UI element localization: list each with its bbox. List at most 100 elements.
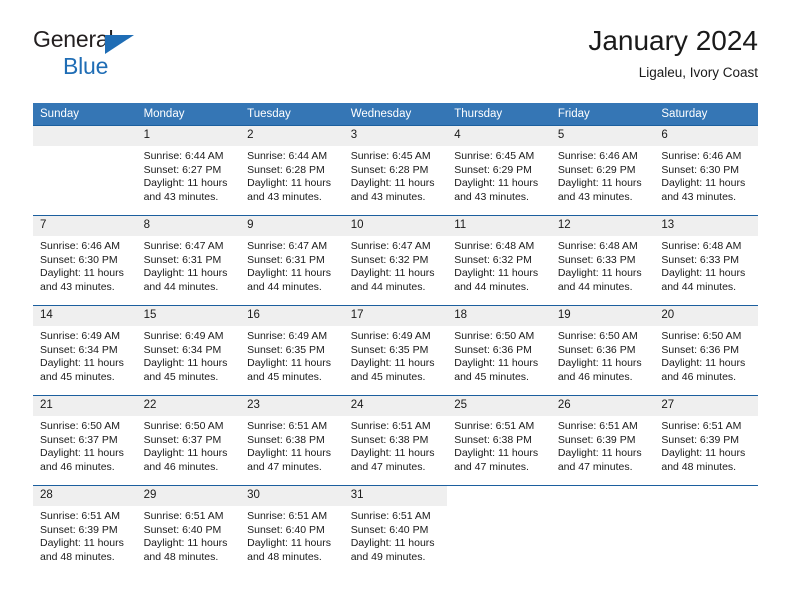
- day-sun-info: Sunrise: 6:49 AM Sunset: 6:35 PM Daylight:…: [344, 326, 448, 384]
- day-sun-info: Sunrise: 6:51 AM Sunset: 6:39 PM Daylight:…: [33, 506, 137, 564]
- day-number: 1: [136, 126, 241, 146]
- weekday-header-thursday: Thursday: [447, 103, 551, 126]
- calendar-day-cell[interactable]: 1 Sunrise: 6:44 AM Sunset: 6:27 PM Daylight…: [136, 125, 241, 216]
- calendar-day-cell[interactable]: 13 Sunrise: 6:48 AM Sunset: 6:33 PM Dayligh…: [654, 215, 758, 306]
- daylight-text-line1: Daylight: 11 hours: [557, 357, 642, 370]
- daylight-text-line1: Daylight: 11 hours: [557, 267, 642, 280]
- calendar-day-cell[interactable]: 21 Sunrise: 6:50 AM Sunset: 6:37 PM Dayligh…: [33, 395, 137, 486]
- sunset-text: Sunset: 6:28 PM: [247, 163, 325, 176]
- daylight-text-line2: and 43 minutes.: [247, 190, 322, 203]
- day-number: 19: [550, 306, 655, 326]
- sunset-text: Sunset: 6:36 PM: [661, 343, 740, 356]
- calendar-day-cell[interactable]: 14 Sunrise: 6:49 AM Sunset: 6:34 PM Dayligh…: [33, 305, 137, 396]
- day-sun-info: Sunrise: 6:48 AM Sunset: 6:33 PM Daylight:…: [551, 236, 655, 294]
- calendar-day-cell[interactable]: 9 Sunrise: 6:47 AM Sunset: 6:31 PM Daylight…: [240, 215, 344, 306]
- daylight-text-line2: and 46 minutes.: [557, 370, 633, 383]
- day-number: 21: [33, 396, 137, 416]
- sunset-text: Sunset: 6:36 PM: [454, 343, 532, 356]
- sunset-text: Sunset: 6:33 PM: [557, 253, 636, 266]
- daylight-text-line1: Daylight: 11 hours: [40, 267, 124, 280]
- calendar-day-cell[interactable]: 16 Sunrise: 6:49 AM Sunset: 6:35 PM Dayligh…: [240, 305, 344, 396]
- calendar-day-cell[interactable]: 8 Sunrise: 6:47 AM Sunset: 6:31 PM Daylight…: [136, 215, 241, 306]
- weekday-header-monday: Monday: [136, 103, 241, 126]
- sunset-text: Sunset: 6:32 PM: [350, 253, 429, 266]
- sunset-text: Sunset: 6:40 PM: [247, 523, 325, 536]
- daylight-text-line1: Daylight: 11 hours: [454, 177, 539, 190]
- daylight-text-line2: and 47 minutes.: [247, 460, 322, 473]
- calendar-day-cell[interactable]: 31 Sunrise: 6:51 AM Sunset: 6:40 PM Dayligh…: [343, 485, 448, 575]
- calendar-day-cell[interactable]: 11 Sunrise: 6:48 AM Sunset: 6:32 PM Dayligh…: [447, 215, 551, 306]
- calendar-day-cell[interactable]: 19 Sunrise: 6:50 AM Sunset: 6:36 PM Dayligh…: [550, 305, 655, 396]
- calendar-day-cell[interactable]: 29 Sunrise: 6:51 AM Sunset: 6:40 PM Dayligh…: [136, 485, 241, 575]
- daylight-text-line2: and 47 minutes.: [350, 460, 426, 473]
- sunrise-text: Sunrise: 6:46 AM: [661, 150, 742, 162]
- sunrise-text: Sunrise: 6:50 AM: [454, 330, 535, 342]
- calendar-day-cell[interactable]: 24 Sunrise: 6:51 AM Sunset: 6:38 PM Dayligh…: [343, 395, 448, 486]
- calendar-day-cell[interactable]: 4 Sunrise: 6:45 AM Sunset: 6:29 PM Daylight…: [447, 125, 551, 216]
- sunset-text: Sunset: 6:37 PM: [40, 433, 118, 446]
- logo-text-general: General: [33, 26, 114, 52]
- calendar-day-cell[interactable]: 30 Sunrise: 6:51 AM Sunset: 6:40 PM Dayligh…: [240, 485, 344, 575]
- day-number: 10: [343, 216, 448, 236]
- daylight-text-line1: Daylight: 11 hours: [454, 267, 539, 280]
- sunrise-text: Sunrise: 6:44 AM: [247, 150, 328, 162]
- day-number: 23: [240, 396, 344, 416]
- sunrise-text: Sunrise: 6:46 AM: [557, 150, 638, 162]
- day-sun-info: Sunrise: 6:46 AM Sunset: 6:30 PM Daylight:…: [654, 146, 758, 204]
- sunset-text: Sunset: 6:38 PM: [454, 433, 532, 446]
- generalblue-logo: General Blue: [33, 26, 253, 82]
- calendar-day-cell[interactable]: 25 Sunrise: 6:51 AM Sunset: 6:38 PM Dayligh…: [447, 395, 551, 486]
- daylight-text-line2: and 46 minutes.: [143, 460, 219, 473]
- sunset-text: Sunset: 6:33 PM: [661, 253, 740, 266]
- calendar-day-cell[interactable]: 10 Sunrise: 6:47 AM Sunset: 6:32 PM Dayligh…: [343, 215, 448, 306]
- calendar-day-cell[interactable]: 2 Sunrise: 6:44 AM Sunset: 6:28 PM Daylight…: [240, 125, 344, 216]
- daylight-text-line2: and 48 minutes.: [40, 550, 115, 563]
- page-title: January 2024: [588, 25, 758, 56]
- daylight-text-line1: Daylight: 11 hours: [350, 177, 435, 190]
- daylight-text-line1: Daylight: 11 hours: [143, 177, 228, 190]
- sunset-text: Sunset: 6:32 PM: [454, 253, 532, 266]
- daylight-text-line2: and 48 minutes.: [143, 550, 219, 563]
- day-number: [33, 126, 137, 146]
- calendar-day-cell[interactable]: 27 Sunrise: 6:51 AM Sunset: 6:39 PM Dayligh…: [654, 395, 758, 486]
- sunrise-text: Sunrise: 6:46 AM: [40, 240, 120, 252]
- daylight-text-line2: and 44 minutes.: [247, 280, 322, 293]
- calendar-day-cell[interactable]: 15 Sunrise: 6:49 AM Sunset: 6:34 PM Dayligh…: [136, 305, 241, 396]
- calendar-day-cell[interactable]: 3 Sunrise: 6:45 AM Sunset: 6:28 PM Daylight…: [343, 125, 448, 216]
- day-sun-info: Sunrise: 6:46 AM Sunset: 6:30 PM Daylight:…: [33, 236, 137, 294]
- daylight-text-line1: Daylight: 11 hours: [40, 447, 124, 460]
- daylight-text-line1: Daylight: 11 hours: [661, 267, 746, 280]
- calendar-day-cell[interactable]: 5 Sunrise: 6:46 AM Sunset: 6:29 PM Daylight…: [550, 125, 655, 216]
- sunset-text: Sunset: 6:29 PM: [557, 163, 636, 176]
- daylight-text-line1: Daylight: 11 hours: [247, 447, 331, 460]
- calendar-day-cell[interactable]: 17 Sunrise: 6:49 AM Sunset: 6:35 PM Dayligh…: [343, 305, 448, 396]
- calendar-day-cell[interactable]: 20 Sunrise: 6:50 AM Sunset: 6:36 PM Dayligh…: [654, 305, 758, 396]
- day-number: 29: [136, 486, 241, 506]
- calendar-week-row: 7 Sunrise: 6:46 AM Sunset: 6:30 PM Daylight…: [33, 215, 758, 306]
- day-number: 16: [240, 306, 344, 326]
- sunset-text: Sunset: 6:31 PM: [143, 253, 222, 266]
- calendar-day-cell[interactable]: 22 Sunrise: 6:50 AM Sunset: 6:37 PM Dayligh…: [136, 395, 241, 486]
- day-sun-info: Sunrise: 6:49 AM Sunset: 6:35 PM Daylight:…: [240, 326, 344, 384]
- calendar-day-cell[interactable]: 26 Sunrise: 6:51 AM Sunset: 6:39 PM Dayligh…: [550, 395, 655, 486]
- sunrise-text: Sunrise: 6:48 AM: [557, 240, 638, 252]
- calendar-day-cell[interactable]: 6 Sunrise: 6:46 AM Sunset: 6:30 PM Daylight…: [654, 125, 758, 216]
- calendar-week-row: 14 Sunrise: 6:49 AM Sunset: 6:34 PM Dayligh…: [33, 305, 758, 396]
- sunrise-text: Sunrise: 6:50 AM: [557, 330, 638, 342]
- calendar-week-row: 28 Sunrise: 6:51 AM Sunset: 6:39 PM Dayligh…: [33, 485, 758, 575]
- sunrise-text: Sunrise: 6:51 AM: [454, 420, 535, 432]
- calendar-day-cell[interactable]: 18 Sunrise: 6:50 AM Sunset: 6:36 PM Dayligh…: [447, 305, 551, 396]
- calendar-day-cell[interactable]: 28 Sunrise: 6:51 AM Sunset: 6:39 PM Dayligh…: [33, 485, 137, 575]
- calendar-day-cell[interactable]: 23 Sunrise: 6:51 AM Sunset: 6:38 PM Dayligh…: [240, 395, 344, 486]
- day-sun-info: Sunrise: 6:51 AM Sunset: 6:40 PM Daylight:…: [344, 506, 448, 564]
- daylight-text-line2: and 46 minutes.: [40, 460, 115, 473]
- sunrise-text: Sunrise: 6:51 AM: [557, 420, 638, 432]
- calendar-day-cell[interactable]: 12 Sunrise: 6:48 AM Sunset: 6:33 PM Dayligh…: [550, 215, 655, 306]
- calendar-day-cell[interactable]: 7 Sunrise: 6:46 AM Sunset: 6:30 PM Daylight…: [33, 215, 137, 306]
- day-sun-info: Sunrise: 6:50 AM Sunset: 6:37 PM Daylight:…: [33, 416, 137, 474]
- daylight-text-line2: and 44 minutes.: [454, 280, 529, 293]
- day-sun-info: Sunrise: 6:45 AM Sunset: 6:29 PM Daylight:…: [447, 146, 551, 204]
- day-number: 15: [136, 306, 241, 326]
- daylight-text-line2: and 45 minutes.: [143, 370, 219, 383]
- daylight-text-line2: and 47 minutes.: [454, 460, 529, 473]
